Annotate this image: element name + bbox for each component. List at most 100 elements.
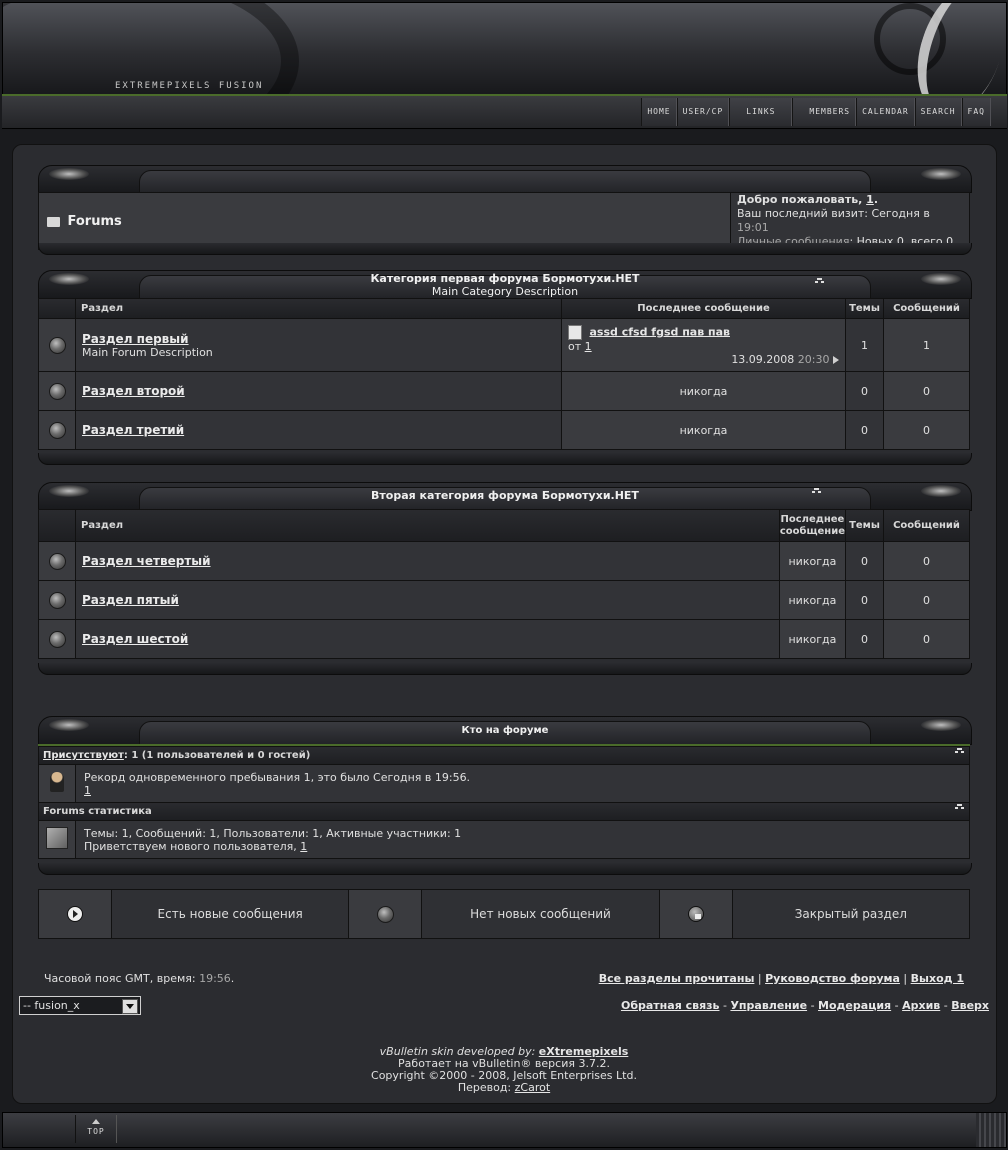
forum-link[interactable]: Раздел третий xyxy=(82,423,184,437)
top-label: TOP xyxy=(87,1127,105,1136)
collapse-icon[interactable] xyxy=(812,488,821,495)
forum-row: Раздел второй никогда 0 0 xyxy=(38,371,970,411)
forum-row: Раздел первый Main Forum Description ass… xyxy=(38,318,970,372)
category2-bottom xyxy=(38,663,972,675)
forum-row: Раздел третий никогда 0 0 xyxy=(38,410,970,450)
forum-icon-legend: Есть новые сообщения Нет новых сообщений… xyxy=(38,889,970,939)
present-text: : 1 (1 пользователей и 0 гостей) xyxy=(123,750,311,761)
online-title[interactable]: Кто на форуме xyxy=(39,725,971,736)
contact-link[interactable]: Обратная связь xyxy=(621,999,720,1012)
threads-count: 0 xyxy=(845,619,884,659)
threads-count: 0 xyxy=(845,541,884,581)
category1-bottom xyxy=(38,453,972,465)
last-visit-time: 19:01 xyxy=(737,221,769,234)
welcome-new-label: Приветствуем нового пользователя, xyxy=(84,839,301,853)
collapse-icon[interactable] xyxy=(955,804,964,811)
category2-cap: Вторая категория форума Бормотухи.НЕТ xyxy=(38,482,972,511)
nav-links-item[interactable]: LINKS xyxy=(729,98,793,126)
threads-count: 0 xyxy=(845,580,884,620)
col-threads: Темы xyxy=(845,509,884,542)
forum-link[interactable]: Раздел четвертый xyxy=(82,554,211,568)
credits: vBulletin skin developed by: eXtremepixe… xyxy=(0,1046,1008,1094)
forum-link[interactable]: Раздел первый xyxy=(82,332,189,346)
forum-status-icon xyxy=(48,630,66,648)
forum-status-icon xyxy=(48,336,66,354)
category2-title[interactable]: Вторая категория форума Бормотухи.НЕТ xyxy=(39,489,971,502)
welcome-panel: Добро пожаловать, 1. Ваш последний визит… xyxy=(730,192,970,250)
go-to-last-post-icon[interactable] xyxy=(833,355,839,364)
category1-title[interactable]: Категория первая форума Бормотухи.НЕТ xyxy=(39,272,971,285)
last-post-date: 13.09.2008 xyxy=(731,352,795,366)
top-link[interactable]: Вверх xyxy=(951,999,989,1012)
nav-links: HOME USER/CP LINKS MEMBERS CALENDAR SEAR… xyxy=(641,98,991,126)
col-last-post-line1: Последнее xyxy=(780,513,845,525)
category1-table: Раздел Последнее сообщение Темы Сообщени… xyxy=(38,298,970,450)
category1-description: Main Category Description xyxy=(431,285,579,298)
forum-status-icon xyxy=(48,552,66,570)
new-posts-icon xyxy=(67,906,83,922)
site-title: EXTREMEPIXELS FUSION xyxy=(115,81,264,91)
nav-home[interactable]: HOME xyxy=(641,98,677,126)
last-post-by-label: от xyxy=(568,339,582,353)
present-link[interactable]: Присутствуют xyxy=(43,750,124,761)
navbar: HOME USER/CP LINKS MEMBERS CALENDAR SEAR… xyxy=(2,96,1007,129)
translator-link[interactable]: zCarot xyxy=(515,1081,551,1094)
posts-count: 0 xyxy=(883,541,970,581)
nav-usercp[interactable]: USER/CP xyxy=(676,98,730,126)
new-user-link[interactable]: 1 xyxy=(300,840,307,853)
posts-count: 1 xyxy=(883,318,970,372)
posts-count: 0 xyxy=(883,410,970,450)
online-table: Присутствуют: 1 (1 пользователей и 0 гос… xyxy=(38,746,970,859)
timezone-time: 19:56 xyxy=(199,972,231,985)
online-bottom xyxy=(38,863,972,875)
forums-title[interactable]: Forums xyxy=(68,214,122,229)
forum-link[interactable]: Раздел шестой xyxy=(82,632,188,646)
archive-link[interactable]: Архив xyxy=(902,999,940,1012)
nav-search[interactable]: SEARCH xyxy=(914,98,962,126)
posts-count: 0 xyxy=(883,619,970,659)
col-posts: Сообщений xyxy=(883,298,970,319)
col-forum: Раздел xyxy=(75,298,562,319)
forum-link[interactable]: Раздел пятый xyxy=(82,593,179,607)
welcome-user-link[interactable]: 1 xyxy=(866,193,874,206)
moderation-link[interactable]: Модерация xyxy=(818,999,891,1012)
style-select[interactable]: -- fusion_x xyxy=(19,996,141,1015)
nav-faq[interactable]: FAQ xyxy=(961,98,991,126)
posts-count: 0 xyxy=(883,371,970,411)
timezone-dot: . xyxy=(230,972,235,985)
closed-forum-icon xyxy=(687,906,704,922)
col-posts: Сообщений xyxy=(883,509,970,542)
admin-link[interactable]: Управление xyxy=(730,999,807,1012)
last-post-user-link[interactable]: 1 xyxy=(585,340,592,353)
grip-decoration xyxy=(976,1113,1006,1147)
chevron-down-icon[interactable] xyxy=(122,999,138,1014)
online-cap: Кто на форуме xyxy=(38,716,972,745)
col-last-post: Последнее сообщение xyxy=(778,509,847,542)
collapse-icon[interactable] xyxy=(815,278,824,285)
bottom-bar: TOP xyxy=(2,1112,1007,1148)
mark-forums-read-link[interactable]: Все разделы прочитаны xyxy=(599,972,755,985)
site-header: EXTREMEPIXELS FUSION xyxy=(2,2,1007,96)
online-user-link[interactable]: 1 xyxy=(84,784,91,797)
new-posts-label: Есть новые сообщения xyxy=(112,890,350,938)
back-to-top-button[interactable]: TOP xyxy=(75,1115,117,1143)
nav-members[interactable]: MEMBERS xyxy=(792,98,857,126)
last-post-never: никогда xyxy=(778,541,847,581)
welcome-text: Добро пожаловать, xyxy=(737,193,867,206)
forum-row: Раздел пятый никогда 0 0 xyxy=(38,580,970,620)
col-forum: Раздел xyxy=(75,509,780,542)
nav-calendar[interactable]: CALENDAR xyxy=(856,98,915,126)
collapse-icon[interactable] xyxy=(955,748,964,755)
last-post-link[interactable]: assd cfsd fgsd пав пав xyxy=(590,325,731,338)
folder-open-icon xyxy=(47,216,60,227)
post-icon xyxy=(568,324,582,340)
forum-link[interactable]: Раздел второй xyxy=(82,384,185,398)
stats-title: Forums статистика xyxy=(43,806,152,817)
logout-link[interactable]: Выход 1 xyxy=(911,972,964,985)
record-text: Рекорд одновременного пребывания 1, это … xyxy=(84,770,471,784)
forums-bar: Forums Добро пожаловать, 1. Ваш последни… xyxy=(38,192,970,250)
no-new-posts-icon xyxy=(377,906,395,923)
forum-rules-link[interactable]: Руководство форума xyxy=(765,972,900,985)
forum-status-icon xyxy=(48,591,66,609)
last-post-never: никогда xyxy=(561,371,846,411)
